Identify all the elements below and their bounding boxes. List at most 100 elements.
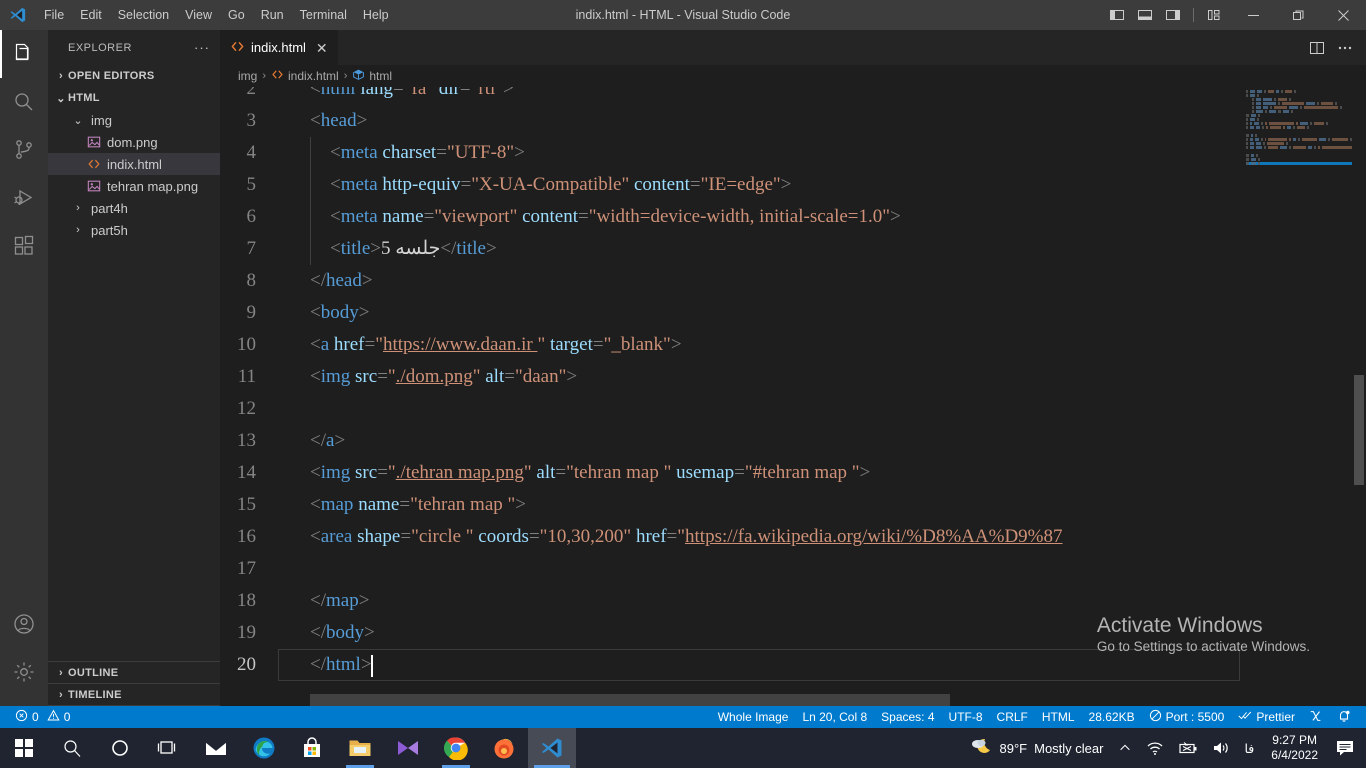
taskbar-microsoft-store[interactable] [288,728,336,768]
show-hidden-icons-button[interactable] [1111,728,1139,768]
status-notifications[interactable] [1330,706,1358,728]
code-line[interactable]: 4 <meta charset="UTF-8"> [220,137,1366,169]
status-feedback[interactable] [1302,706,1330,728]
tray-network-icon[interactable] [1139,728,1171,768]
tree-item-dom-png[interactable]: dom.png [48,131,220,153]
code-line[interactable]: 2 <html lang="fa" dir="rtl"> [220,87,1366,105]
status-encoding[interactable]: UTF-8 [942,706,990,728]
section-open-editors[interactable]: › OPEN EDITORS [48,65,220,87]
menu-terminal[interactable]: Terminal [292,0,355,30]
menu-run[interactable]: Run [253,0,292,30]
taskbar-microsoft-edge[interactable] [240,728,288,768]
editor-more-actions-icon[interactable] [1332,30,1358,65]
editor-horizontal-scrollbar[interactable] [310,694,1366,706]
code-line[interactable]: 3 <head> [220,105,1366,137]
taskbar-start-button[interactable] [0,728,48,768]
code-editor[interactable]: 2 <html lang="fa" dir="rtl"> 3 <head> 4 <meta… [220,87,1366,706]
activity-settings[interactable] [0,648,48,696]
code-line[interactable]: 10 <a href="https://www.daan.ir " target=… [220,329,1366,361]
taskbar-thunderbird[interactable] [384,728,432,768]
menu-go[interactable]: Go [220,0,253,30]
code-line[interactable]: 12 [220,393,1366,425]
status-cursor-position[interactable]: Ln 20, Col 8 [795,706,874,728]
tray-battery-icon[interactable] [1171,728,1205,768]
code-line[interactable]: 5 <meta http-equiv="X-UA-Compatible" cont… [220,169,1366,201]
taskbar-cortana[interactable] [96,728,144,768]
menu-file[interactable]: File [36,0,72,30]
code-line[interactable]: 14 <img src="./tehran map.png" alt="tehra… [220,457,1366,489]
tab-indix-html[interactable]: indix.html ✕ [220,30,339,65]
split-editor-icon[interactable] [1304,30,1330,65]
taskbar-mail[interactable] [192,728,240,768]
menu-help[interactable]: Help [355,0,397,30]
taskbar-google-chrome[interactable] [432,728,480,768]
status-language-mode[interactable]: HTML [1035,706,1082,728]
taskbar-file-explorer[interactable] [336,728,384,768]
scrollbar-thumb[interactable] [1354,375,1364,485]
status-eol[interactable]: CRLF [990,706,1035,728]
toggle-panel-icon[interactable] [1132,0,1158,30]
activity-extensions[interactable] [0,222,48,270]
code-line[interactable]: 19 </body> [220,617,1366,649]
scrollbar-thumb[interactable] [310,694,950,706]
minimap-line [1246,138,1352,141]
tree-item-part5h[interactable]: › part5h [48,219,220,241]
close-button[interactable] [1321,0,1366,30]
taskbar-firefox[interactable] [480,728,528,768]
taskbar-weather-widget[interactable]: 89°F Mostly clear [955,728,1112,768]
tree-item-indix-html[interactable]: indix.html [48,153,220,175]
code-line[interactable]: 6 <meta name="viewport" content="width=de… [220,201,1366,233]
activity-source-control[interactable] [0,126,48,174]
minimize-button[interactable] [1231,0,1276,30]
status-live-server-port[interactable]: Port : 5500 [1142,706,1232,728]
status-file-size[interactable]: 28.62KB [1082,706,1142,728]
code-line[interactable]: 8 </head> [220,265,1366,297]
code-lines[interactable]: 2 <html lang="fa" dir="rtl"> 3 <head> 4 <meta… [220,87,1366,681]
section-timeline[interactable]: › TIMELINE [48,684,220,706]
taskbar-clock[interactable]: 9:27 PM 6/4/2022 [1261,733,1328,763]
code-line[interactable]: 11 <img src="./dom.png" alt="daan"> [220,361,1366,393]
customize-layout-icon[interactable] [1201,0,1227,30]
activity-accounts[interactable] [0,600,48,648]
taskbar-task-view[interactable] [144,728,192,768]
status-problems[interactable]: 0 0 [8,706,77,728]
code-line[interactable]: 20 </html> [220,649,1366,681]
activity-explorer[interactable] [0,30,48,78]
code-line[interactable]: 18 </map> [220,585,1366,617]
breadcrumb-img[interactable]: img [238,69,257,83]
editor-vertical-scrollbar[interactable] [1352,87,1366,706]
status-indentation[interactable]: Spaces: 4 [874,706,941,728]
status-whole-image[interactable]: Whole Image [711,706,796,728]
breadcrumb-indix-html[interactable]: indix.html [271,68,339,84]
taskbar-search[interactable] [48,728,96,768]
menu-selection[interactable]: Selection [110,0,177,30]
code-line[interactable]: 9 <body> [220,297,1366,329]
restore-button[interactable] [1276,0,1321,30]
tray-language-indicator[interactable]: فا [1237,728,1261,768]
minimap[interactable] [1240,87,1352,706]
breadcrumb-html-symbol[interactable]: html [352,68,392,84]
sidebar-more-actions-icon[interactable]: ··· [194,40,210,55]
activity-search[interactable] [0,78,48,126]
section-html-folder[interactable]: ⌄ HTML [48,87,220,109]
toggle-secondary-sidebar-icon[interactable] [1160,0,1186,30]
code-line[interactable]: 7 <title>جلسه 5</title> [220,233,1366,265]
tab-close-icon[interactable]: ✕ [316,41,328,55]
activity-run-and-debug[interactable] [0,174,48,222]
menu-edit[interactable]: Edit [72,0,110,30]
chevron-right-icon: › [59,688,63,701]
section-outline[interactable]: › OUTLINE [48,662,220,684]
tree-item-tehran-map-png[interactable]: tehran map.png [48,175,220,197]
code-line[interactable]: 15 <map name="tehran map "> [220,489,1366,521]
tree-item-part4h[interactable]: › part4h [48,197,220,219]
code-line[interactable]: 17 [220,553,1366,585]
action-center-button[interactable] [1328,728,1362,768]
toggle-primary-sidebar-icon[interactable] [1104,0,1130,30]
tray-volume-icon[interactable] [1205,728,1237,768]
menu-view[interactable]: View [177,0,220,30]
taskbar-visual-studio-code[interactable] [528,728,576,768]
code-line[interactable]: 13 </a> [220,425,1366,457]
tree-item-img[interactable]: ⌄ img [48,109,220,131]
code-line[interactable]: 16 <area shape="circle " coords="10,30,20… [220,521,1366,553]
status-prettier[interactable]: Prettier [1231,706,1302,728]
